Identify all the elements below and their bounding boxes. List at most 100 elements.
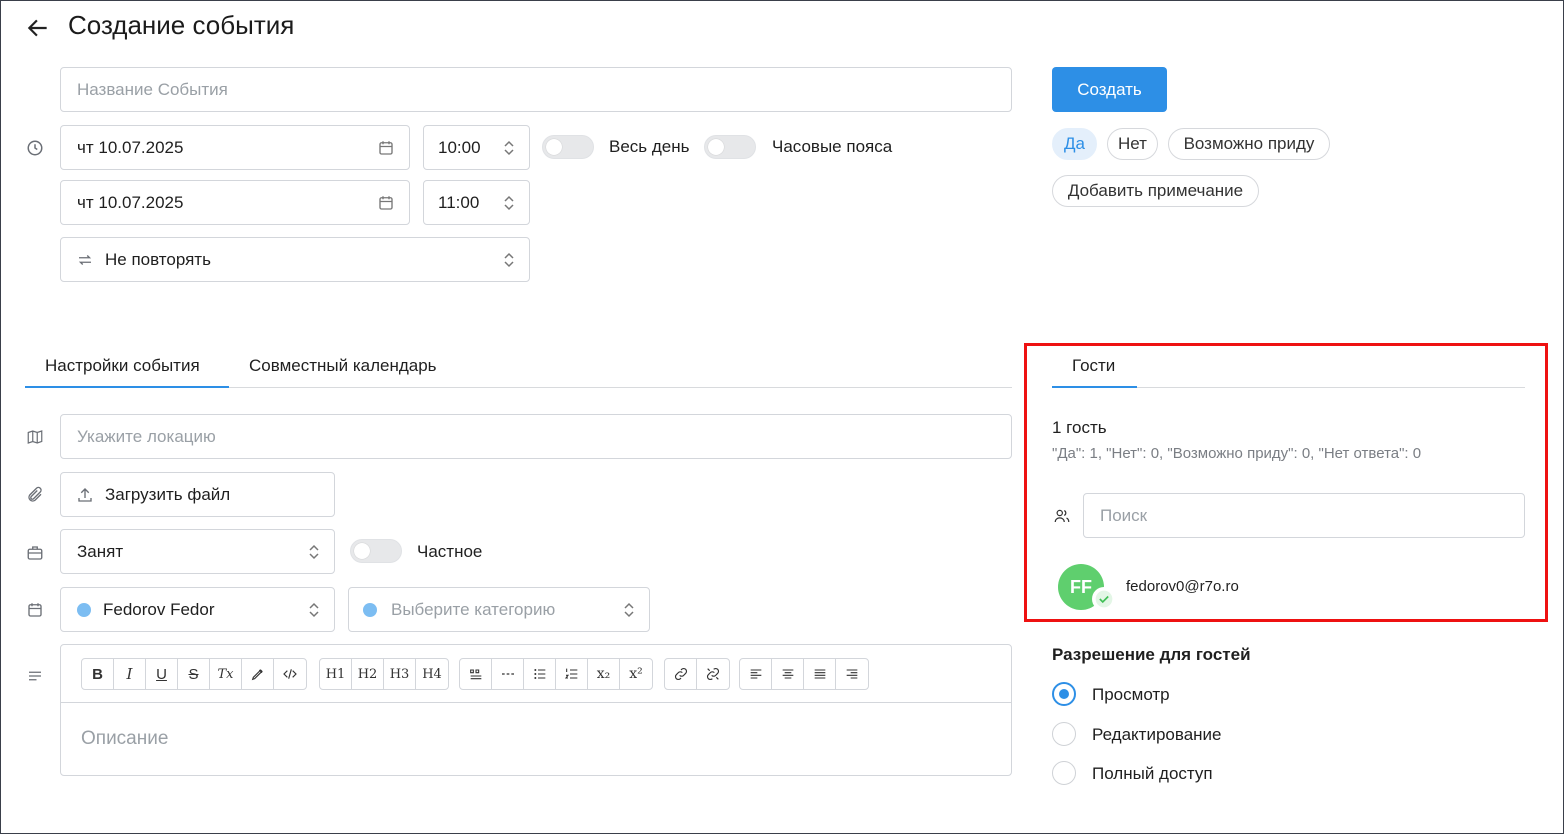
align-center-button[interactable] — [772, 659, 804, 689]
category-placeholder: Выберите категорию — [391, 599, 556, 619]
underline-button[interactable]: U — [146, 659, 178, 689]
italic-button[interactable]: I — [114, 659, 146, 689]
busy-select[interactable]: Занят — [60, 529, 335, 574]
link-button[interactable] — [665, 659, 697, 689]
permissions-title: Разрешение для гостей — [1052, 645, 1251, 664]
highlight-box — [1024, 343, 1548, 622]
permission-edit-label: Редактирование — [1092, 725, 1222, 744]
calendar-select[interactable]: Fedorov Fedor — [60, 587, 335, 632]
event-name-input[interactable]: Название События — [60, 67, 1012, 112]
code-icon — [283, 669, 297, 679]
end-date-value: чт 10.07.2025 — [77, 192, 184, 212]
chevron-updown-icon — [503, 194, 515, 212]
superscript-button[interactable]: x² — [620, 659, 652, 689]
create-button[interactable]: Создать — [1052, 67, 1167, 112]
repeat-select[interactable]: Не повторять — [60, 237, 530, 282]
map-icon — [25, 427, 45, 447]
start-time-input[interactable]: 10:00 — [423, 125, 530, 170]
permission-view-radio[interactable] — [1052, 682, 1076, 706]
start-time-value: 10:00 — [438, 137, 481, 157]
align-left-button[interactable] — [740, 659, 772, 689]
clock-icon — [25, 138, 45, 158]
permission-full-radio[interactable] — [1052, 761, 1076, 785]
category-select[interactable]: Выберите категорию — [348, 587, 650, 632]
description-placeholder: Описание — [81, 728, 169, 749]
repeat-value: Не повторять — [105, 249, 211, 269]
align-right-icon — [846, 669, 858, 679]
link-group — [664, 658, 730, 690]
timezones-label: Часовые пояса — [772, 137, 893, 156]
highlight-button[interactable] — [242, 659, 274, 689]
chevron-updown-icon — [308, 601, 320, 619]
tab-shared-calendar[interactable]: Совместный календарь — [249, 356, 437, 376]
bullet-list-icon — [533, 669, 545, 679]
briefcase-icon — [25, 543, 45, 563]
rsvp-yes-chip[interactable]: Да — [1052, 128, 1097, 160]
heading-group: H1 H2 H3 H4 — [319, 658, 449, 690]
horizontal-rule-button[interactable] — [492, 659, 524, 689]
back-arrow-icon[interactable] — [24, 14, 52, 42]
chevron-updown-icon — [623, 601, 635, 619]
subscript-button[interactable]: x₂ — [588, 659, 620, 689]
calendar-color-dot — [77, 602, 91, 617]
marker-icon — [251, 669, 263, 681]
start-date-value: чт 10.07.2025 — [77, 137, 184, 157]
chevron-updown-icon — [503, 251, 515, 269]
paperclip-icon — [25, 485, 45, 505]
block-group: x₂ x² — [459, 658, 653, 690]
ordered-list-icon — [564, 668, 577, 679]
busy-value: Занят — [77, 541, 124, 561]
permission-full-label: Полный доступ — [1092, 764, 1213, 783]
align-right-button[interactable] — [836, 659, 868, 689]
unlink-button[interactable] — [697, 659, 729, 689]
bullet-list-button[interactable] — [524, 659, 556, 689]
bold-button[interactable]: B — [82, 659, 114, 689]
upload-file-button[interactable]: Загрузить файл — [60, 472, 335, 517]
h1-button[interactable]: H1 — [320, 659, 352, 689]
h4-button[interactable]: H4 — [416, 659, 448, 689]
location-input[interactable]: Укажите локацию — [60, 414, 1012, 459]
calendar-icon — [25, 600, 45, 620]
link-icon — [674, 667, 687, 681]
end-date-input[interactable]: чт 10.07.2025 — [60, 180, 410, 225]
page-title: Создание события — [68, 10, 295, 40]
ordered-list-button[interactable] — [556, 659, 588, 689]
chevron-updown-icon — [503, 139, 515, 157]
calendar-icon[interactable] — [377, 194, 395, 212]
align-justify-icon — [814, 669, 825, 679]
repeat-icon — [75, 250, 95, 270]
strikethrough-button[interactable]: S — [178, 659, 210, 689]
add-note-chip[interactable]: Добавить примечание — [1052, 175, 1259, 207]
editor-toolbar: B I U S Tx H1 H2 H3 H4 x₂ x² — [61, 645, 1011, 703]
calendar-icon[interactable] — [377, 139, 395, 157]
code-button[interactable] — [274, 659, 306, 689]
format-group: B I U S Tx — [81, 658, 307, 690]
tab-event-settings[interactable]: Настройки события — [45, 356, 200, 376]
start-date-input[interactable]: чт 10.07.2025 — [60, 125, 410, 170]
all-day-toggle[interactable] — [542, 135, 594, 159]
rsvp-maybe-chip[interactable]: Возможно приду — [1168, 128, 1330, 160]
dash-icon — [501, 673, 514, 675]
private-toggle[interactable] — [350, 539, 402, 563]
h3-button[interactable]: H3 — [384, 659, 416, 689]
align-group — [739, 658, 869, 690]
align-center-icon — [782, 669, 793, 679]
clear-format-button[interactable]: Tx — [210, 659, 242, 689]
align-justify-button[interactable] — [804, 659, 836, 689]
rsvp-no-chip[interactable]: Нет — [1107, 128, 1158, 160]
h2-button[interactable]: H2 — [352, 659, 384, 689]
text-lines-icon — [25, 666, 45, 686]
end-time-value: 11:00 — [438, 192, 480, 212]
active-tab-indicator — [25, 386, 229, 388]
category-color-dot — [363, 602, 377, 617]
location-placeholder: Укажите локацию — [77, 426, 216, 446]
event-name-placeholder: Название События — [77, 79, 228, 99]
calendar-value: Fedorov Fedor — [103, 599, 215, 619]
blockquote-button[interactable] — [460, 659, 492, 689]
align-left-icon — [750, 669, 761, 679]
chevron-updown-icon — [308, 543, 320, 561]
permission-edit-radio[interactable] — [1052, 722, 1076, 746]
end-time-input[interactable]: 11:00 — [423, 180, 530, 225]
permission-view-label: Просмотр — [1092, 685, 1170, 704]
timezones-toggle[interactable] — [704, 135, 756, 159]
